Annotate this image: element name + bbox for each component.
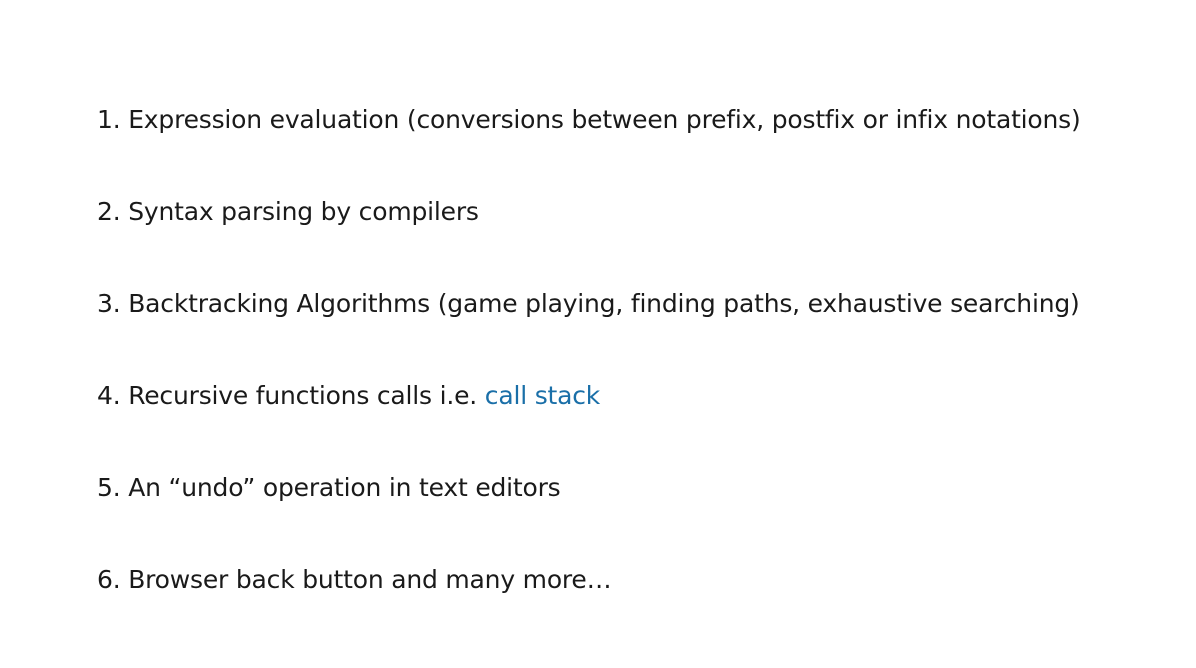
list-item: 2. Syntax parsing by compilers [97,190,1081,282]
item-text: Browser back button and many more… [128,565,612,594]
call-stack-link[interactable]: call stack [485,381,600,410]
item-text: Syntax parsing by compilers [128,197,479,226]
item-text: An “undo” operation in text editors [128,473,561,502]
list-item: 6. Browser back button and many more… [97,558,1081,650]
item-text: Recursive functions calls i.e. [128,381,485,410]
list-item: 3. Backtracking Algorithms (game playing… [97,282,1081,374]
item-number: 6. [97,565,121,594]
item-number: 5. [97,473,121,502]
list-item: 4. Recursive functions calls i.e. call s… [97,374,1081,466]
item-number: 1. [97,105,121,134]
stack-applications-list: 1. Expression evaluation (conversions be… [97,98,1081,650]
list-item: 1. Expression evaluation (conversions be… [97,98,1081,190]
item-text: Backtracking Algorithms (game playing, f… [128,289,1080,318]
item-text: Expression evaluation (conversions betwe… [128,105,1081,134]
item-number: 2. [97,197,121,226]
item-number: 3. [97,289,121,318]
list-item: 5. An “undo” operation in text editors [97,466,1081,558]
item-number: 4. [97,381,121,410]
